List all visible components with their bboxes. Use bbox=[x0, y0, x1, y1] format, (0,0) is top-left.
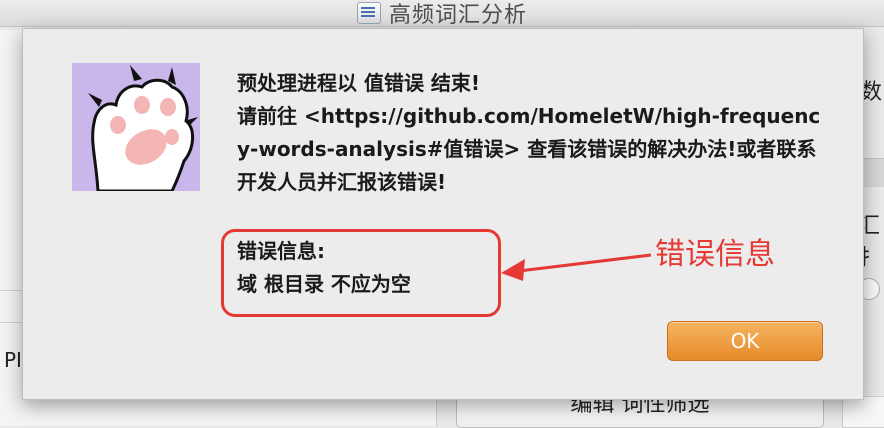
error-info-title: 错误信息: bbox=[237, 239, 325, 263]
annotation-label: 错误信息 bbox=[655, 237, 775, 272]
error-alert-sheet: 预处理进程以 值错误 结束! 请前往 <https://github.com/H… bbox=[22, 28, 864, 400]
ok-button-label: OK bbox=[730, 329, 760, 353]
window-titlebar: 高频词汇分析 bbox=[0, 0, 884, 28]
alert-message-line-2: 请前往 <https://github.com/HomeletW/high-fr… bbox=[237, 104, 821, 194]
annotation-arrow-icon bbox=[501, 253, 652, 281]
error-info-block: 错误信息: 域 根目录 不应为空 bbox=[237, 235, 507, 301]
background-right-bar bbox=[862, 158, 884, 187]
edit-pos-filter-button[interactable]: 编辑 词性筛选 bbox=[456, 396, 824, 428]
cat-paw-icon bbox=[72, 63, 200, 191]
alert-message-line-1: 预处理进程以 值错误 结束! bbox=[237, 71, 481, 95]
background-row bbox=[0, 290, 24, 321]
window-title: 高频词汇分析 bbox=[388, 3, 527, 28]
ok-button[interactable]: OK bbox=[667, 321, 823, 361]
error-info-message: 域 根目录 不应为空 bbox=[237, 272, 411, 296]
background-right-button[interactable] bbox=[842, 396, 884, 428]
document-chart-icon bbox=[356, 2, 381, 24]
background-left-label: PI bbox=[4, 348, 22, 372]
alert-message: 预处理进程以 值错误 结束! 请前往 <https://github.com/H… bbox=[237, 67, 827, 199]
